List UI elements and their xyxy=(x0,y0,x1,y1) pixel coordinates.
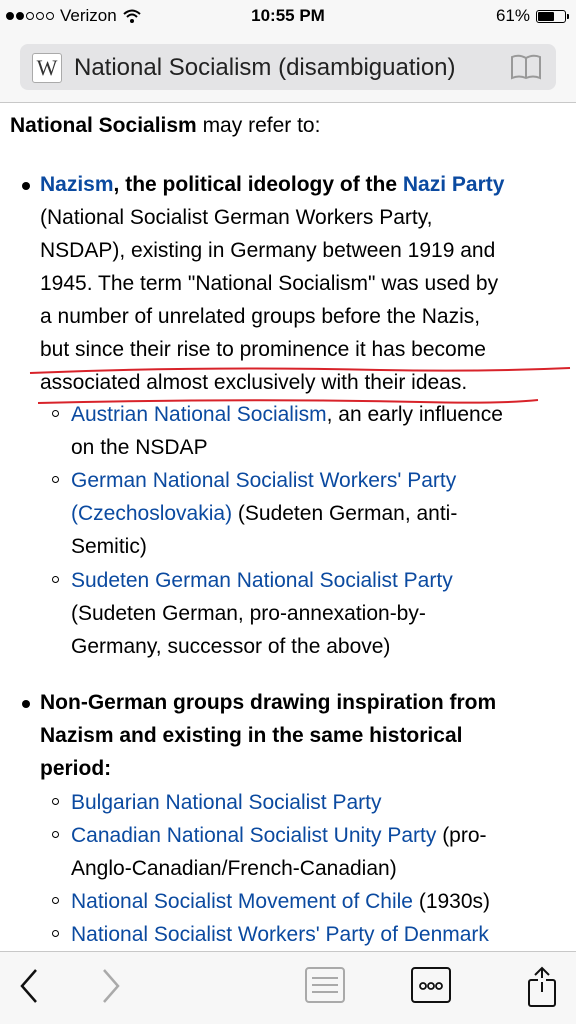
sub-list-item: (Czechoslovakia) (Sudeten German, anti- xyxy=(71,497,457,530)
sub-bullet-marker xyxy=(52,410,59,417)
sub-item-text: Germany, successor of the above) xyxy=(71,635,391,658)
bottom-toolbar xyxy=(0,951,576,1024)
link-czechoslovakia[interactable]: (Czechoslovakia) xyxy=(71,502,232,525)
bullet-marker xyxy=(22,182,30,190)
more-options-icon[interactable] xyxy=(410,966,452,1006)
status-bar: Verizon 10:55 PM 61% xyxy=(0,0,576,34)
bullet-marker xyxy=(22,700,30,708)
sub-item-text: (pro- xyxy=(436,824,487,847)
link-canadian-nsup[interactable]: Canadian National Socialist Unity Party xyxy=(71,824,436,847)
back-arrow-icon[interactable] xyxy=(14,966,44,1006)
sub-item-text: on the NSDAP xyxy=(71,436,208,459)
sub-bullet-marker xyxy=(52,798,59,805)
heading-text: , the political ideology of the xyxy=(113,173,403,196)
link-nazi-party[interactable]: Nazi Party xyxy=(403,173,505,196)
sub-bullet-marker xyxy=(52,576,59,583)
battery-icon xyxy=(536,9,569,23)
sub-item-text: Semitic) xyxy=(71,535,147,558)
article-content: National Socialism may refer to: Nazism,… xyxy=(0,102,576,952)
link-denmark-nswp[interactable]: National Socialist Workers' Party of Den… xyxy=(71,918,489,951)
sub-item-text: , an early influence xyxy=(326,403,503,426)
address-bar[interactable]: W National Socialism (disambiguation) xyxy=(20,44,556,90)
link-bulgarian-nsp[interactable]: Bulgarian National Socialist Party xyxy=(71,786,382,819)
link-austrian-national-socialism[interactable]: Austrian National Socialism xyxy=(71,403,327,426)
sub-bullet-marker xyxy=(52,897,59,904)
sub-item-text: Anglo-Canadian/French-Canadian) xyxy=(71,857,397,880)
sub-item-text: (1930s) xyxy=(413,890,491,913)
paragraph-line: 1945. The term "National Socialism" was … xyxy=(40,272,499,295)
intro-bold: National Socialism xyxy=(10,114,197,137)
link-chile-nsm[interactable]: National Socialist Movement of Chile xyxy=(71,890,413,913)
link-german-nsdap[interactable]: German National Socialist Workers' Party xyxy=(71,464,456,497)
intro-text: National Socialism may refer to: xyxy=(10,114,320,138)
reader-book-icon[interactable] xyxy=(510,54,542,80)
list-item-heading: Nazism and existing in the same historic… xyxy=(40,724,463,747)
sub-list-item: Canadian National Socialist Unity Party … xyxy=(71,819,487,852)
intro-rest: may refer to: xyxy=(196,114,321,137)
sub-item-text: (Sudeten German, anti- xyxy=(232,502,458,525)
wikipedia-logo-icon: W xyxy=(32,53,62,83)
battery-info: 61% xyxy=(495,6,569,26)
clock: 10:55 PM xyxy=(251,6,325,25)
paragraph-line: (National Socialist German Workers Party… xyxy=(40,206,433,229)
sub-bullet-marker xyxy=(52,831,59,838)
share-icon[interactable] xyxy=(524,966,560,1008)
sub-bullet-marker xyxy=(52,476,59,483)
forward-arrow-icon[interactable] xyxy=(96,966,126,1006)
paragraph-line: NSDAP), existing in Germany between 1919… xyxy=(40,239,496,262)
table-of-contents-icon[interactable] xyxy=(304,966,346,1006)
link-nazism[interactable]: Nazism xyxy=(40,173,114,196)
list-item-heading: Nazism, the political ideology of the Na… xyxy=(40,168,504,201)
link-sudeten-german-nsp[interactable]: Sudeten German National Socialist Party xyxy=(71,564,453,597)
sub-bullet-marker xyxy=(52,930,59,937)
list-item-heading: period: xyxy=(40,757,112,780)
address-bar-area: W National Socialism (disambiguation) xyxy=(0,34,576,103)
list-item-heading: Non-German groups drawing inspiration fr… xyxy=(40,691,497,714)
page-url-title[interactable]: National Socialism (disambiguation) xyxy=(74,54,456,82)
battery-percent: 61% xyxy=(495,6,530,25)
sub-item-text: (Sudeten German, pro-annexation-by- xyxy=(71,602,426,625)
sub-list-item: National Socialist Movement of Chile (19… xyxy=(71,885,490,918)
paragraph-line: associated almost exclusively with their… xyxy=(40,371,468,394)
paragraph-line: a number of unrelated groups before the … xyxy=(40,305,481,328)
sub-list-item: Austrian National Socialism, an early in… xyxy=(71,398,503,431)
paragraph-line: but since their rise to prominence it ha… xyxy=(40,338,486,361)
